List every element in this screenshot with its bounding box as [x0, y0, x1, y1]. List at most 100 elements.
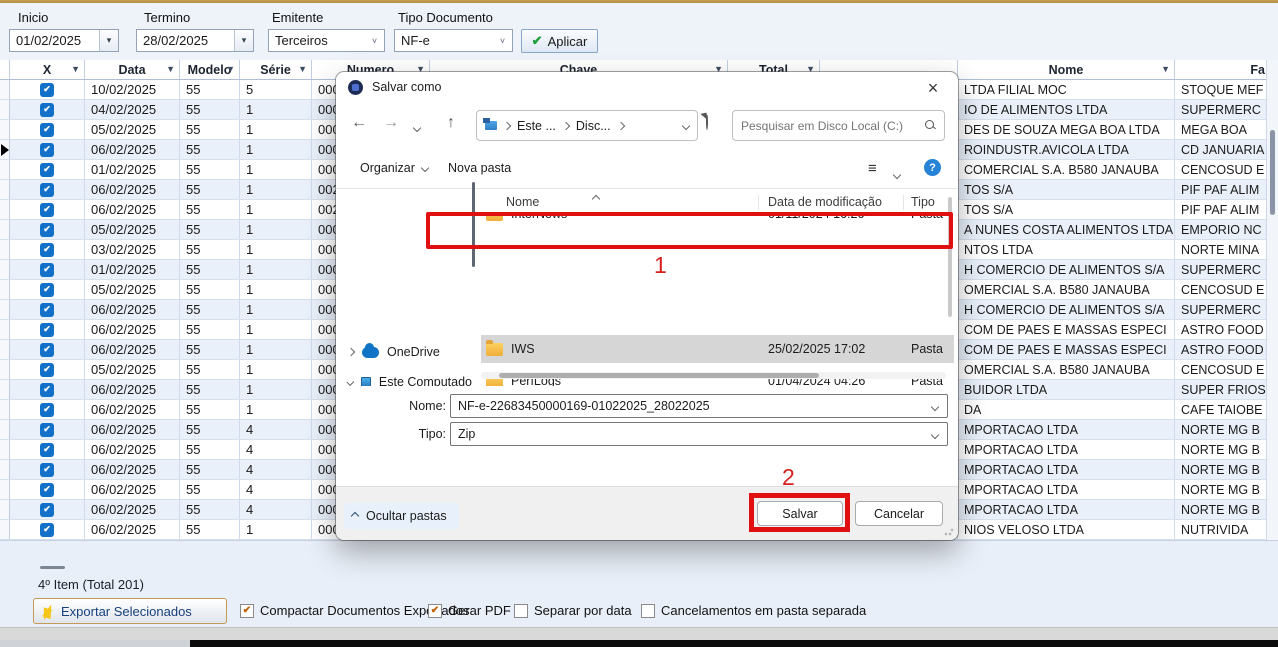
header-x[interactable]: X▼: [10, 60, 85, 79]
cell-nome: COM DE PAES E MASSAS ESPECI: [958, 340, 1175, 359]
organizar-button[interactable]: Organizar: [360, 161, 428, 175]
cell-nome: BUIDOR LTDA: [958, 380, 1175, 399]
row-gutter: [0, 240, 10, 259]
row-checkbox[interactable]: ✔: [40, 423, 54, 437]
header-data[interactable]: Data▼: [85, 60, 180, 79]
up-icon[interactable]: ↑: [440, 114, 462, 132]
checkbox-icon[interactable]: ✔: [428, 604, 442, 618]
chevron-down-icon[interactable]: ▾: [99, 30, 118, 51]
row-checkbox-cell: ✔: [10, 440, 85, 459]
column-nome[interactable]: Nome: [506, 195, 539, 209]
row-checkbox[interactable]: ✔: [40, 223, 54, 237]
cell-data: 01/02/2025: [85, 160, 180, 179]
nova-pasta-button[interactable]: Nova pasta: [448, 161, 511, 175]
row-checkbox[interactable]: ✔: [40, 83, 54, 97]
emitente-select[interactable]: Terceiros ˅: [268, 29, 385, 52]
row-checkbox[interactable]: ✔: [40, 243, 54, 257]
view-chevron-icon[interactable]: [894, 167, 900, 181]
row-checkbox[interactable]: ✔: [40, 183, 54, 197]
row-checkbox[interactable]: ✔: [40, 403, 54, 417]
sidebar-item-este-computado[interactable]: Este Computado: [338, 369, 472, 386]
column-data-modificacao[interactable]: Data de modificação: [768, 195, 882, 209]
aplicar-button[interactable]: ✔ Aplicar: [521, 29, 598, 53]
back-icon[interactable]: ←: [348, 114, 370, 132]
row-gutter: [0, 300, 10, 319]
cell-fantasia: EMPORIO NC: [1175, 220, 1278, 239]
sidebar-item-onedrive[interactable]: OneDrive: [338, 339, 472, 365]
close-icon[interactable]: ×: [918, 76, 948, 100]
inicio-date-combo[interactable]: 01/02/2025 ▾: [9, 29, 119, 52]
breadcrumb-item-este[interactable]: Este ...: [517, 119, 556, 133]
forward-icon[interactable]: →: [380, 114, 402, 132]
folder-row-iws[interactable]: IWS25/02/2025 17:02Pasta: [481, 335, 954, 363]
scrollbar-thumb[interactable]: [499, 373, 819, 378]
checkbox-icon[interactable]: [641, 604, 655, 618]
chevron-down-icon[interactable]: ▼: [1161, 64, 1170, 74]
row-checkbox[interactable]: ✔: [40, 163, 54, 177]
tipo-documento-select[interactable]: NF-e ˅: [394, 29, 513, 52]
dialog-footer: Ocultar pastas Salvar Cancelar: [336, 486, 958, 540]
header-serie[interactable]: Série▼: [240, 60, 312, 79]
view-list-icon[interactable]: ≡: [868, 160, 877, 177]
row-checkbox[interactable]: ✔: [40, 263, 54, 277]
breadcrumb-separator-icon: [562, 121, 570, 129]
termino-date-combo[interactable]: 28/02/2025 ▾: [136, 29, 254, 52]
refresh-icon[interactable]: [706, 115, 726, 135]
export-checkbox-cancelamentos[interactable]: Cancelamentos em pasta separada: [641, 603, 866, 618]
chevron-right-icon[interactable]: [347, 348, 355, 356]
chevron-down-icon[interactable]: ▼: [298, 64, 307, 74]
breadcrumb-item-disco[interactable]: Disc...: [576, 119, 611, 133]
dialog-titlebar[interactable]: Salvar como: [336, 72, 958, 102]
search-box[interactable]: [732, 110, 945, 141]
chevron-down-icon[interactable]: ▼: [226, 64, 235, 74]
row-checkbox[interactable]: ✔: [40, 523, 54, 537]
row-checkbox[interactable]: ✔: [40, 103, 54, 117]
resize-grip[interactable]: [944, 526, 954, 536]
chevron-down-icon[interactable]: ▼: [166, 64, 175, 74]
scrollbar-thumb[interactable]: [1270, 130, 1275, 215]
row-checkbox[interactable]: ✔: [40, 483, 54, 497]
header-modelo[interactable]: Modelo▼: [180, 60, 240, 79]
cell-serie: 4: [240, 420, 312, 439]
exportar-selecionados-button[interactable]: Exportar Selecionados: [33, 598, 227, 624]
history-chevron-icon[interactable]: [414, 120, 420, 134]
export-checkbox-gerar[interactable]: ✔Gerar PDF: [428, 603, 511, 618]
chevron-down-icon[interactable]: [931, 431, 939, 439]
header-fantasia[interactable]: Fa: [1175, 60, 1278, 79]
row-checkbox[interactable]: ✔: [40, 303, 54, 317]
column-tipo[interactable]: Tipo: [911, 195, 935, 209]
row-checkbox[interactable]: ✔: [40, 123, 54, 137]
chevron-down-icon[interactable]: [931, 403, 939, 411]
row-checkbox[interactable]: ✔: [40, 363, 54, 377]
checkbox-icon[interactable]: [514, 604, 528, 618]
cell-nome: NIOS VELOSO LTDA: [958, 520, 1175, 539]
cell-fantasia: SUPERMERC: [1175, 260, 1278, 279]
row-checkbox[interactable]: ✔: [40, 443, 54, 457]
row-checkbox[interactable]: ✔: [40, 203, 54, 217]
splitter-handle[interactable]: [40, 566, 65, 569]
help-icon[interactable]: ?: [924, 159, 941, 176]
export-checkbox-separar[interactable]: Separar por data: [514, 603, 632, 618]
checkbox-icon[interactable]: ✔: [240, 604, 254, 618]
row-checkbox[interactable]: ✔: [40, 323, 54, 337]
row-checkbox[interactable]: ✔: [40, 503, 54, 517]
address-dropdown-icon[interactable]: [682, 121, 690, 129]
row-checkbox[interactable]: ✔: [40, 143, 54, 157]
row-checkbox[interactable]: ✔: [40, 463, 54, 477]
filetype-select[interactable]: Zip: [450, 422, 948, 446]
ocultar-pastas-button[interactable]: Ocultar pastas: [344, 503, 459, 529]
cancelar-button[interactable]: Cancelar: [855, 501, 943, 526]
row-checkbox[interactable]: ✔: [40, 283, 54, 297]
table-vertical-scrollbar[interactable]: [1266, 60, 1278, 540]
chevron-down-icon[interactable]: ▾: [234, 30, 253, 51]
chevron-down-icon[interactable]: [347, 378, 354, 385]
row-checkbox[interactable]: ✔: [40, 383, 54, 397]
search-input[interactable]: [741, 119, 919, 133]
chevron-down-icon[interactable]: ▼: [71, 64, 80, 74]
folder-list-horizontal-scrollbar[interactable]: [481, 372, 946, 379]
filename-input[interactable]: NF-e-22683450000169-01022025_28022025: [450, 394, 948, 418]
row-checkbox[interactable]: ✔: [40, 343, 54, 357]
breadcrumb[interactable]: Este ... Disc...: [476, 110, 698, 141]
annotation-step-2: 2: [782, 464, 795, 491]
header-nome[interactable]: Nome▼: [958, 60, 1175, 79]
